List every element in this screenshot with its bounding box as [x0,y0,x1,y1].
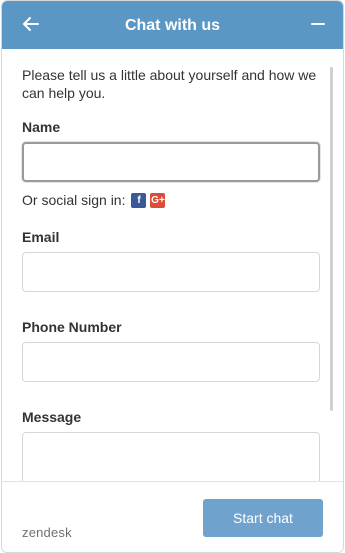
intro-text: Please tell us a little about yourself a… [22,67,317,101]
chat-title: Chat with us [124,17,221,34]
message-label: Message [22,409,82,425]
facebook-icon[interactable]: f [131,192,147,208]
social-sign-in-label: Or social sign in: [22,192,126,208]
name-label: Name [22,119,61,135]
email-input[interactable] [22,252,320,292]
phone-label: Phone Number [22,319,122,335]
name-input[interactable] [22,142,320,182]
email-label: Email [22,229,60,245]
chat-form: Please tell us a little about yourself a… [2,49,343,481]
message-textarea[interactable] [22,432,320,481]
back-button[interactable] [20,13,42,35]
zendesk-logo: zendesk [22,525,72,540]
social-sign-in: Or social sign in: f G+ [22,191,166,209]
minimize-button[interactable] [309,13,327,35]
start-chat-button[interactable]: Start chat [203,499,323,537]
chat-footer: zendesk Start chat [2,481,343,552]
arrow-left-icon [23,17,39,31]
scrollbar[interactable] [330,67,333,411]
phone-input[interactable] [22,342,320,382]
google-plus-icon[interactable]: G+ [150,192,166,208]
minus-icon [311,23,325,25]
chat-widget: Chat with us Please tell us a little abo… [1,0,344,553]
chat-header: Chat with us [2,1,343,49]
